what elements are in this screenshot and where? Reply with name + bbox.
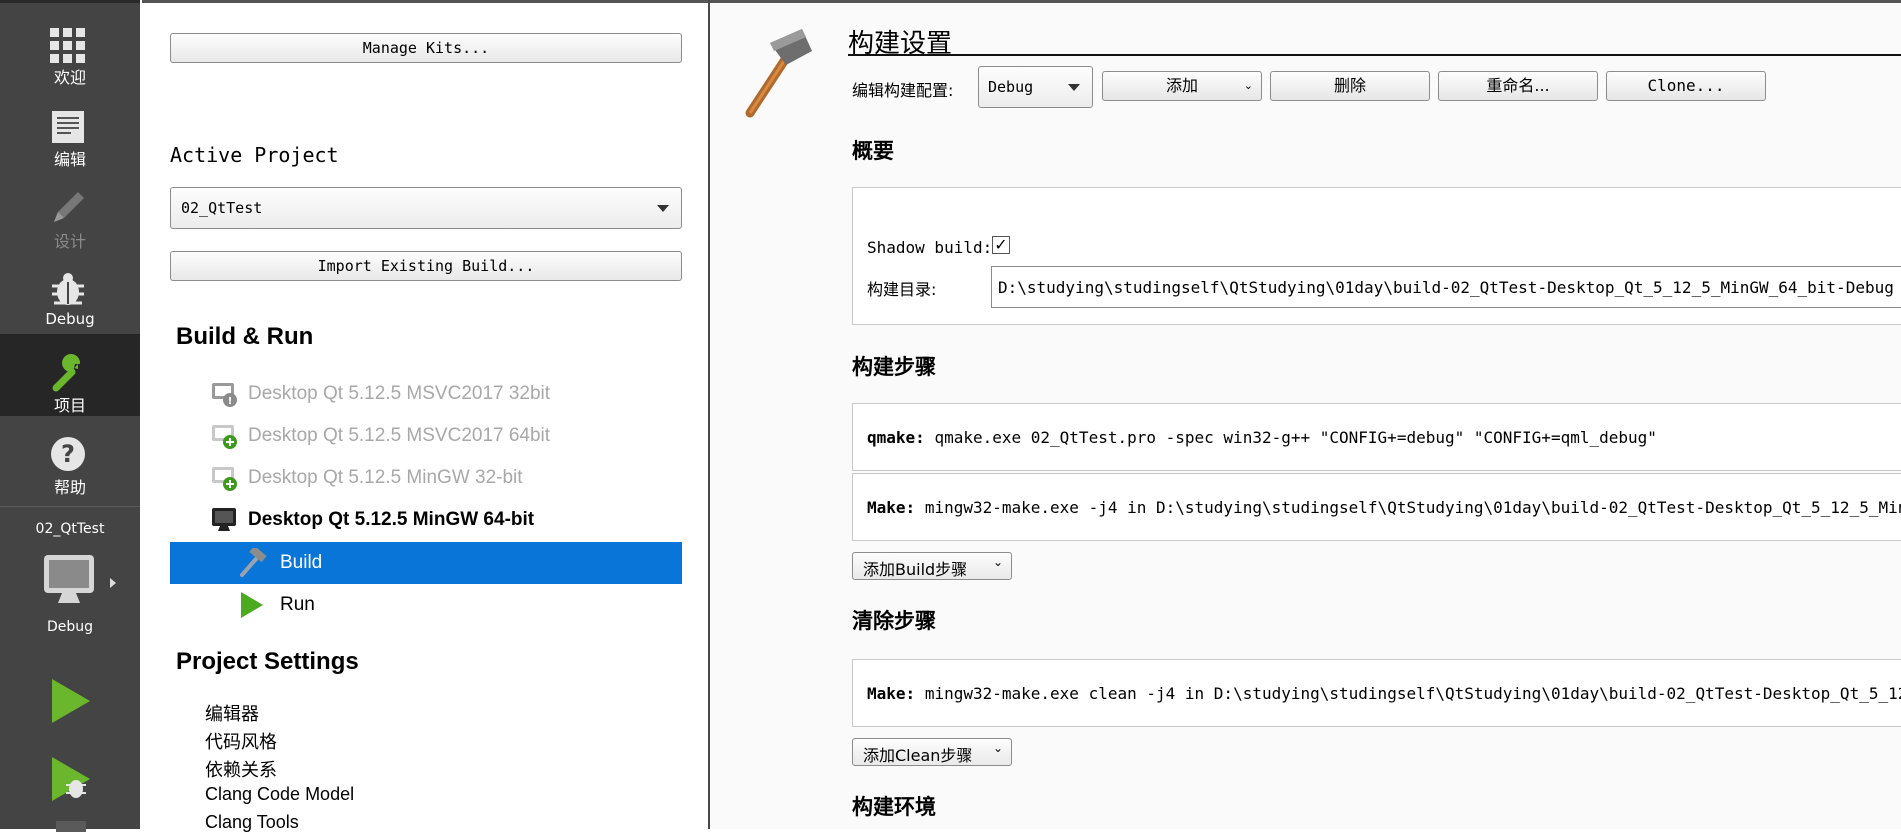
target-build-config: Debug [46, 619, 94, 635]
build-dir-value: D:\studying\studingself\QtStudying\01day… [998, 278, 1894, 297]
build-steps-title: 构建步骤 [852, 355, 936, 379]
kit-add-icon [212, 467, 237, 491]
mode-design-label: 设计 [53, 232, 86, 251]
run-icon [52, 679, 90, 723]
qmake-step-command: qmake.exe 02_QtTest.pro -spec win32-g++ … [934, 428, 1657, 447]
hammer-icon [240, 548, 267, 577]
add-build-step-button[interactable]: 添加Build步骤 ⌄ [852, 552, 1012, 580]
svg-text:!: ! [228, 396, 233, 407]
edit-config-label: 编辑构建配置: [852, 81, 954, 100]
monitor-icon [44, 555, 94, 603]
mode-welcome[interactable]: 欢迎 [0, 6, 140, 88]
build-env-title: 构建环境 [852, 795, 936, 819]
add-build-step-label: 添加Build步骤 [863, 560, 968, 579]
mode-debug-label: Debug [45, 310, 95, 328]
title-underline [848, 54, 1901, 56]
build-dir-input[interactable]: D:\studying\studingself\QtStudying\01day… [991, 266, 1901, 308]
mode-edit-label: 编辑 [53, 150, 86, 169]
setting-clang-code-model[interactable]: Clang Code Model [205, 784, 354, 805]
kit-monitor-icon [212, 508, 236, 531]
kit-name: Desktop Qt 5.12.5 MinGW 64-bit [248, 509, 535, 530]
modebar-separator [0, 506, 140, 507]
clone-config-button[interactable]: Clone... [1606, 71, 1766, 101]
kit-name: Desktop Qt 5.12.5 MSVC2017 64bit [248, 425, 551, 446]
help-question-icon: ? [51, 437, 85, 471]
run-button[interactable] [48, 677, 98, 727]
kit-name: Desktop Qt 5.12.5 MSVC2017 32bit [248, 383, 551, 404]
add-config-button[interactable]: 添加 ⌄ [1102, 71, 1262, 101]
run-icon [241, 592, 263, 618]
setting-editor[interactable]: 编辑器 [205, 700, 259, 726]
mode-edit[interactable]: 编辑 [0, 88, 140, 170]
clean-steps-title: 清除步骤 [852, 609, 936, 633]
clean-make-command: mingw32-make.exe clean -j4 in D:\studyin… [924, 684, 1901, 703]
kit-warning-icon: ! [212, 383, 237, 407]
shadow-build-checkbox[interactable]: ✓ [992, 236, 1010, 254]
chevron-down-icon [657, 205, 669, 212]
kit-name: Desktop Qt 5.12.5 MinGW 32-bit [248, 467, 523, 488]
build-button[interactable] [56, 821, 86, 832]
add-clean-step-button[interactable]: 添加Clean步骤 ⌄ [852, 738, 1012, 766]
make-step-command: mingw32-make.exe -j4 in D:\studying\stud… [924, 498, 1901, 517]
nav-run[interactable]: Run [170, 584, 682, 626]
mode-debug[interactable]: Debug [0, 252, 140, 334]
active-project-value: 02_QtTest [181, 199, 263, 217]
add-config-label: 添加 [1165, 76, 1198, 95]
svg-text:?: ? [61, 440, 75, 468]
setting-code-style[interactable]: 代码风格 [205, 728, 277, 754]
nav-run-label: Run [280, 594, 315, 615]
target-project-name: 02_QtTest [35, 521, 105, 537]
mode-help[interactable]: ? 帮助 [0, 416, 140, 498]
manage-kits-button[interactable]: Manage Kits... [170, 33, 682, 63]
clean-make-step[interactable]: Make: mingw32-make.exe clean -j4 in D:\s… [852, 659, 1901, 727]
dropdown-arrow-icon: ⌄ [992, 741, 1003, 755]
clean-make-label: Make: [867, 684, 916, 703]
chevron-down-icon [1068, 84, 1080, 91]
overview-title: 概要 [852, 139, 894, 163]
debug-run-button[interactable] [48, 755, 98, 805]
mode-projects[interactable]: 项目 [0, 334, 140, 416]
mode-selector: 欢迎 编辑 设计 Debug 项目 ? 帮助 02_QtTest Debug [0, 0, 140, 832]
build-settings-panel: 构建设置 编辑构建配置: Debug 添加 ⌄ 删除 重命名... Clone.… [710, 0, 1901, 829]
target-selector[interactable] [42, 551, 102, 611]
kit-add-icon [212, 425, 237, 449]
design-pencil-icon [54, 192, 84, 222]
qmake-step[interactable]: qmake: qmake.exe 02_QtTest.pro -spec win… [852, 403, 1901, 471]
welcome-grid-icon [50, 28, 85, 63]
make-step[interactable]: Make: mingw32-make.exe -j4 in D:\studyin… [852, 473, 1901, 541]
setting-dependencies[interactable]: 依赖关系 [205, 756, 277, 782]
active-project-label: Active Project [170, 143, 339, 167]
mode-design[interactable]: 设计 [0, 170, 140, 252]
target-expand-icon[interactable] [110, 578, 116, 588]
rename-config-button[interactable]: 重命名... [1438, 71, 1598, 101]
dropdown-arrow-icon: ⌄ [992, 555, 1003, 569]
mode-projects-label: 项目 [53, 396, 86, 415]
project-settings-title: Project Settings [176, 648, 359, 675]
debug-bug-icon [52, 273, 84, 305]
build-dir-label: 构建目录: [867, 280, 937, 299]
qmake-step-label: qmake: [867, 428, 925, 447]
remove-config-button[interactable]: 删除 [1270, 71, 1430, 101]
shadow-build-label: Shadow build: [867, 238, 993, 257]
build-config-value: Debug [988, 78, 1034, 96]
import-existing-build-button[interactable]: Import Existing Build... [170, 251, 682, 281]
mode-help-label: 帮助 [53, 478, 86, 497]
hammer-icon [745, 29, 812, 118]
mode-welcome-label: 欢迎 [53, 68, 86, 87]
projects-wrench-icon [52, 354, 81, 392]
overview-box: Shadow build: ✓ 构建目录: D:\studying\studin… [852, 187, 1901, 325]
build-run-title: Build & Run [176, 323, 314, 350]
setting-clang-tools[interactable]: Clang Tools [205, 812, 299, 833]
nav-build-label: Build [280, 552, 323, 573]
active-project-combo[interactable]: 02_QtTest [170, 187, 682, 229]
nav-build[interactable]: Build [170, 542, 682, 584]
edit-document-icon [52, 111, 84, 143]
debug-run-icon [52, 757, 90, 801]
project-navigator: Manage Kits... Active Project 02_QtTest … [142, 0, 708, 832]
add-clean-step-label: 添加Clean步骤 [863, 746, 973, 765]
make-step-label: Make: [867, 498, 916, 517]
dropdown-arrow-icon: ⌄ [1243, 79, 1253, 92]
build-config-combo[interactable]: Debug [978, 66, 1093, 108]
